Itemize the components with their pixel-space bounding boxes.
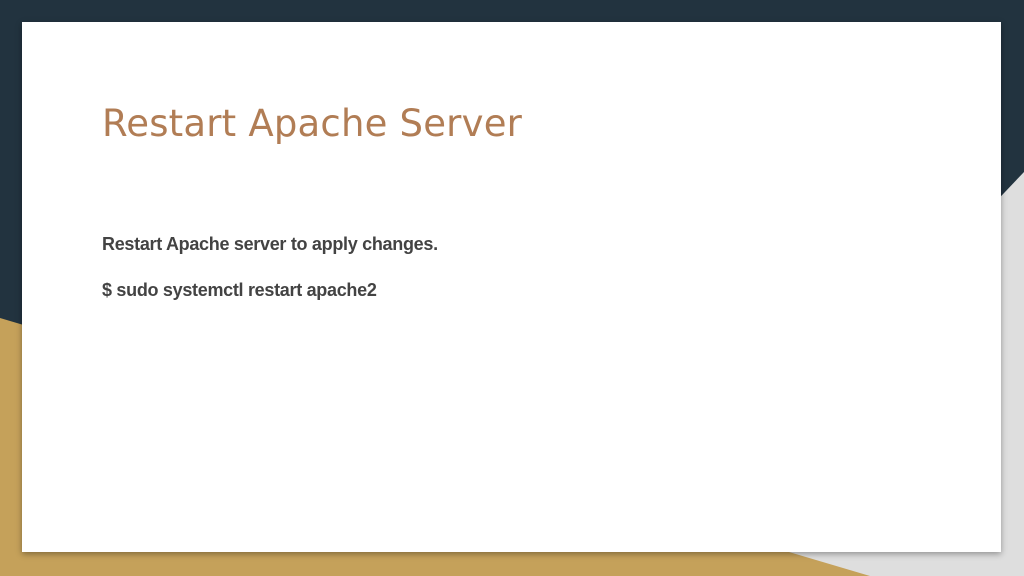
slide-body: Restart Apache server to apply changes. … [102,234,438,325]
slide-card: Restart Apache Server Restart Apache ser… [22,22,1001,552]
slide-title: Restart Apache Server [102,102,523,145]
body-paragraph-description: Restart Apache server to apply changes. [102,234,438,254]
body-paragraph-command: $ sudo systemctl restart apache2 [102,279,377,300]
